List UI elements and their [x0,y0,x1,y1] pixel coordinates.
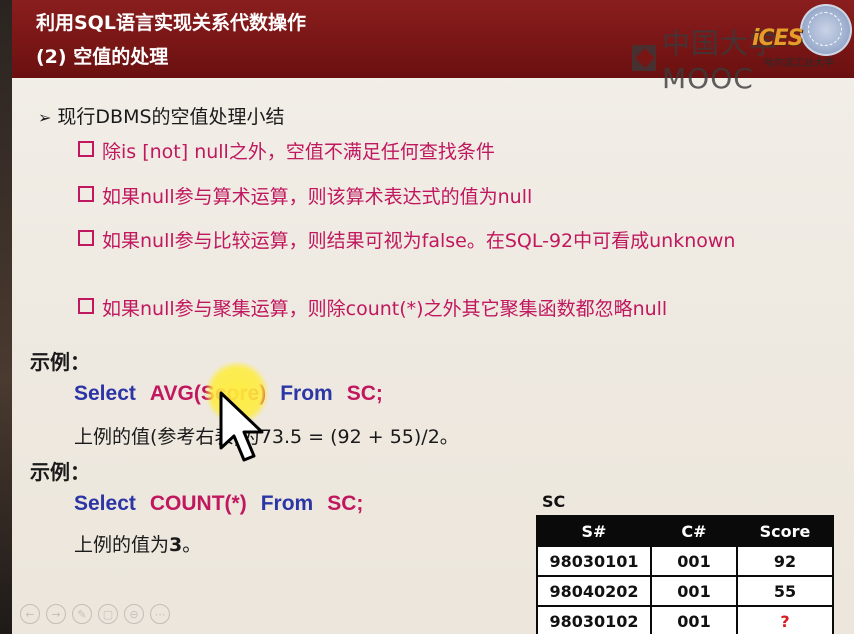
bullet-text: 如果null参与算术运算，则该算术表达式的值为null [102,186,533,208]
checkbox-bullet-icon [78,230,94,246]
bullet-item-4: 如果null参与聚集运算，则除count(*)之外其它聚集函数都忽略null [78,296,818,323]
watermark-sub: 哈尔滨工业大学 [764,58,834,69]
sc-table-container: SC S# C# Score 98030101 001 92 98040202 … [536,492,834,634]
checkbox-bullet-icon [78,298,94,314]
sql-statement-2: Select COUNT(*) From SC; [74,492,363,516]
table-cell: 001 [650,575,738,607]
table-cell: 92 [736,545,834,577]
bullet-item-1: 除is [not] null之外，空值不满足任何查找条件 [78,139,798,166]
bullet-text: 如果null参与聚集运算，则除count(*)之外其它聚集函数都忽略null [102,298,668,320]
sql-table: SC; [327,492,364,515]
sc-table: S# C# Score 98030101 001 92 98040202 001… [536,515,834,634]
next-slide-icon[interactable]: → [46,604,66,624]
table-cell: 001 [650,545,738,577]
slide-subtitle: (2) 空值的处理 [36,46,169,68]
zoom-icon[interactable]: ⊖ [124,604,144,624]
checkbox-bullet-icon [78,141,94,157]
table-row: 98040202 001 55 [536,575,834,607]
sql-keyword-from: From [260,492,314,515]
table-header-row: S# C# Score [536,515,834,547]
mouse-pointer-icon [219,391,264,462]
slide-stage: 利用SQL语言实现关系代数操作 (2) 空值的处理 中国大学MOOC iCES … [0,0,854,634]
slide-controls: ← → ✎ ▢ ⊖ ⋯ [20,604,170,624]
example-label-2: 示例： [30,460,90,484]
null-value-cell: ? [736,605,834,634]
sql-function: COUNT(*) [149,492,247,515]
mooc-logo-icon [632,45,657,71]
result-suffix: 。 [182,534,202,556]
left-video-strip [0,0,12,634]
bullet-item-2: 如果null参与算术运算，则该算术表达式的值为null [78,184,798,211]
table-cell: 55 [736,575,834,607]
summary-heading: ➢ 现行DBMS的空值处理小结 [38,102,285,129]
bullet-item-3: 如果null参与比较运算，则结果可视为false。在SQL-92中可看成unkn… [78,228,818,255]
prev-slide-icon[interactable]: ← [20,604,40,624]
sql-keyword-select: Select [74,492,136,515]
arrow-bullet-icon: ➢ [38,108,52,127]
example-result-2: 上例的值为3。 [74,530,201,557]
bullet-text: 如果null参与比较运算，则结果可视为false。在SQL-92中可看成unkn… [102,230,736,252]
bullet-text: 除is [not] null之外，空值不满足任何查找条件 [102,141,495,163]
more-icon[interactable]: ⋯ [150,604,170,624]
sql-keyword-select: Select [74,382,136,405]
result-value: 3 [169,534,183,556]
pen-icon[interactable]: ✎ [72,604,92,624]
table-row: 98030102 001 ? [536,605,834,634]
table-cell: 001 [650,605,738,634]
summary-text: 现行DBMS的空值处理小结 [57,106,285,128]
table-title: SC [542,492,566,511]
table-row: 98030101 001 92 [536,545,834,577]
example-label-1: 示例： [30,350,90,374]
slides-icon[interactable]: ▢ [98,604,118,624]
sql-keyword-from: From [280,382,333,405]
column-header: Score [736,515,834,547]
checkbox-bullet-icon [78,186,94,202]
table-cell: 98040202 [536,575,652,607]
slide-title: 利用SQL语言实现关系代数操作 [36,12,306,34]
table-cell: 98030102 [536,605,652,634]
result-prefix: 上例的值为 [74,534,170,556]
column-header: C# [650,515,738,547]
column-header: S# [536,515,652,547]
table-cell: 98030101 [536,545,652,577]
sql-table: SC; [346,382,383,405]
ices-logo: iCES [752,26,804,51]
seal-inner-ring [808,12,842,46]
